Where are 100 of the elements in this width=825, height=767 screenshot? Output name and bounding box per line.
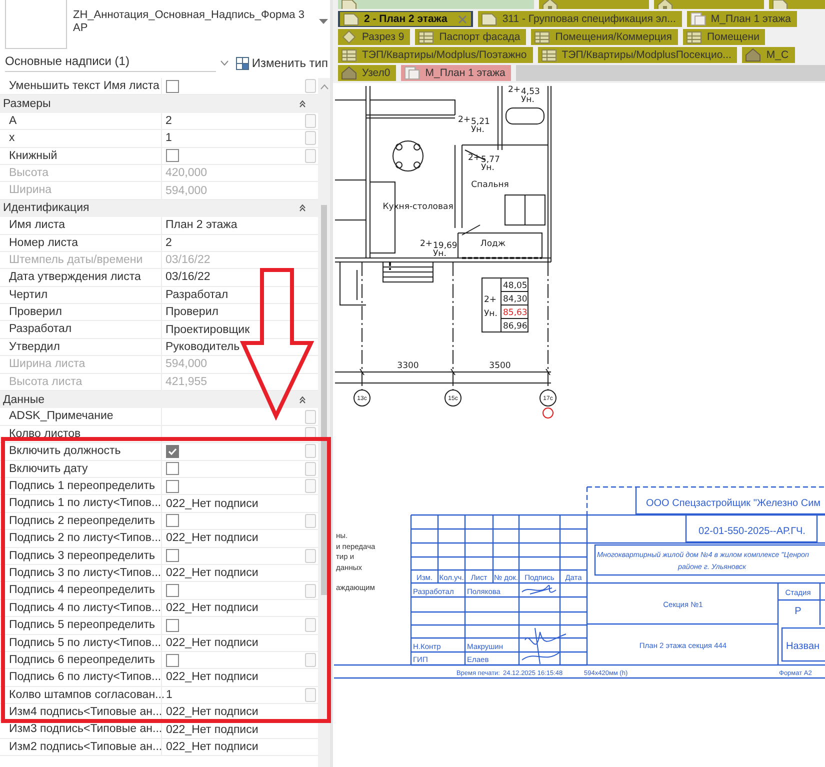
group-header[interactable]: Данные [0,391,318,408]
property-name: Дата утверждения листа [0,269,162,286]
company-name: ООО Спецзастройщик "Железно Сим [646,498,821,509]
apartment-area: 84,30 [503,294,528,304]
property-value[interactable]: Проектировщик [166,322,250,338]
checkbox[interactable] [166,514,178,528]
view-tab[interactable]: ТЭП/Квартиры/Modplus/Поэтажно [338,47,533,63]
type-selector[interactable]: ZH_Аннотация_Основная_Надпись_Форма 3 АР [73,9,313,35]
checkbox[interactable] [166,444,178,458]
property-name: Колво листов [0,426,162,442]
view-tab[interactable]: 311 - Групповая спецификация эл... [478,11,682,27]
group-header[interactable]: Идентификация [0,200,318,218]
view-tab[interactable]: M_С [742,47,795,63]
property-value[interactable]: Разработал [166,286,228,303]
property-name: Изм4 подпись<Типовые ан... [0,704,162,720]
view-tab[interactable]: Разрез 9 [338,29,410,45]
property-name: Книжный [0,148,162,164]
checkbox[interactable] [166,149,178,162]
property-value[interactable]: 022_Нет подписи [166,496,258,512]
property-value[interactable]: 1 [166,130,172,146]
property-name: Подпись 4 переопределить [0,582,162,599]
scroll-thumb[interactable] [321,205,327,595]
checkbox[interactable] [166,80,178,93]
category-selector[interactable]: Основные надписи (1) [5,54,216,72]
collapse-icon[interactable] [299,396,306,404]
property-value[interactable]: 022_Нет подписи [166,704,258,720]
close-icon[interactable] [458,14,468,24]
view-tab[interactable] [654,0,764,9]
view-tab[interactable]: Помещени [682,29,766,45]
dimension-label: 3300 [397,361,419,371]
property-name: Подпись 1 переопределить [0,478,162,494]
view-tab[interactable]: Паспорт фасада [415,29,526,45]
property-name: Имя листа [0,217,162,234]
section-icon [341,30,357,44]
checkbox[interactable] [166,480,178,493]
view-tab[interactable]: ТЭП/Квартиры/ModplusПосекцио... [538,47,738,63]
group-header[interactable]: Размеры [0,95,318,113]
scroll-up-icon[interactable] [320,84,328,90]
area-mark: 2+ [458,115,471,125]
property-value[interactable]: 022_Нет подписи [166,600,258,616]
property-value[interactable]: 022_Нет подписи [166,634,258,651]
property-name: Подпись 3 переопределить [0,548,162,564]
property-value[interactable]: 022_Нет подписи [166,565,258,582]
checkbox[interactable] [166,654,178,667]
sheet-icon [343,12,359,26]
property-value[interactable]: 022_Нет подписи [166,530,258,546]
property-name: Подпись 1 по листу<Типов... [0,495,162,512]
apartment-area: 86,96 [503,322,528,332]
view-tab[interactable] [539,0,649,9]
property-name: ADSK_Примечание [0,408,162,425]
collapse-icon[interactable] [299,204,306,212]
view-tab[interactable]: M_План 1 этажа [401,65,512,81]
property-name: Включить должность [0,443,162,460]
dropdown-icon[interactable] [220,60,229,66]
collapse-icon[interactable] [299,100,306,108]
property-value[interactable]: План 2 этажа [166,217,238,234]
area-unit: Ун. [433,249,446,259]
house-icon [745,48,762,62]
view-tab[interactable]: Узел0 [338,65,396,81]
sheet-code: 02-01-550-2025--АР.ГЧ. [698,526,806,537]
checkbox[interactable] [166,549,178,562]
edit-type-icon [236,56,249,70]
view-tab[interactable]: Помещения/Коммерция [531,29,678,45]
plan-icon [690,12,706,26]
house-icon [341,66,357,80]
area-value: 5,77 [481,155,500,165]
area-value: 19,69 [433,241,458,251]
area-unit: Ун. [481,163,494,173]
checkbox[interactable] [166,584,178,598]
property-value[interactable]: 03/16/22 [166,269,210,286]
property-name: Подпись 4 по листу<Типов... [0,600,162,616]
view-tab[interactable]: M_План 1 этажа [686,11,797,27]
table-icon [534,30,550,44]
property-name: Высота листа [0,374,162,390]
property-value[interactable]: 022_Нет подписи [166,739,258,756]
table-icon [341,48,357,62]
property-name: Утвердил [0,338,162,356]
property-value[interactable]: 022_Нет подписи [166,722,258,738]
room-label: Спальня [471,180,509,190]
area-value: 4,53 [521,87,540,97]
area-mark: 2+ [420,239,433,249]
property-value[interactable]: 2 [166,112,172,129]
property-name: Подпись 6 переопределить [0,652,162,668]
property-value[interactable]: 022_Нет подписи [166,669,258,686]
sheet-icon [481,12,498,26]
property-value[interactable]: 1 [166,686,172,703]
view-tab[interactable]: 2 - План 2 этажа [338,11,474,27]
property-value[interactable]: Проверил [166,304,218,320]
property-name: Включить дату [0,460,162,477]
area-value: 5,21 [471,117,490,127]
area-mark: 2+ [484,295,497,305]
area-unit: Ун. [521,95,534,105]
property-name: Подпись 3 по листу<Типов... [0,564,162,582]
checkbox[interactable] [166,618,178,632]
property-name: Номер листа [0,234,162,251]
checkbox[interactable] [166,462,178,476]
edit-type-button[interactable]: Изменить тип [234,56,330,70]
property-value[interactable]: Руководитель [166,339,240,356]
property-value[interactable]: 2 [166,234,172,251]
dropdown-icon[interactable] [319,19,328,25]
